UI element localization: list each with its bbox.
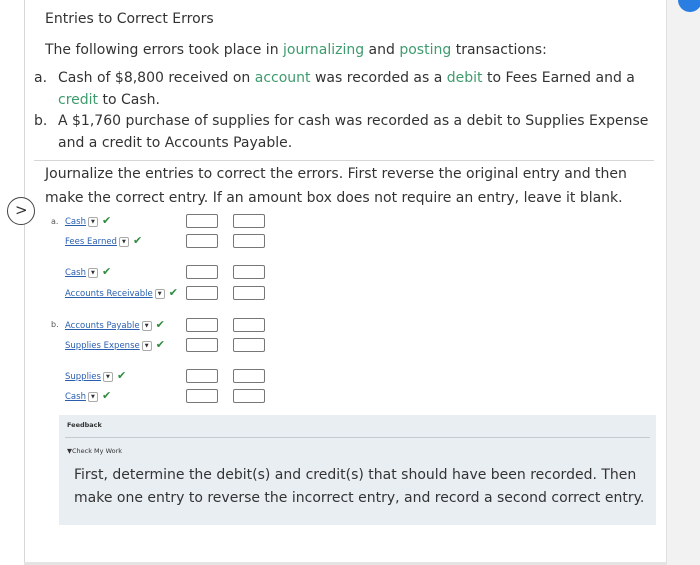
chevron-down-icon[interactable]: ▼ (87, 267, 98, 278)
feedback-text: First, determine the debit(s) and credit… (74, 467, 645, 506)
debit-input[interactable] (186, 286, 218, 300)
credit-input[interactable] (233, 389, 265, 403)
credit-input[interactable] (233, 338, 265, 352)
check-icon: ✔ (101, 265, 112, 278)
account-select[interactable]: Accounts Receivable (65, 289, 153, 299)
journal-row: Accounts Receivable ▼ ✔ (65, 286, 178, 302)
check-my-work-toggle[interactable]: ▼Check My Work (67, 447, 122, 455)
check-icon: ✔ (101, 389, 112, 402)
chevron-right-icon: > (15, 201, 28, 219)
chevron-down-icon[interactable]: ▼ (102, 371, 113, 382)
credit-input[interactable] (233, 265, 265, 279)
glossary-link-posting[interactable]: posting (399, 42, 451, 58)
debit-input[interactable] (186, 389, 218, 403)
account-select[interactable]: Accounts Payable (65, 321, 140, 331)
glossary-link-credit[interactable]: credit (58, 92, 98, 108)
account-select[interactable]: Cash (65, 392, 86, 402)
page-title: Entries to Correct Errors (45, 11, 214, 27)
error-item-b: b. A $1,760 purchase of supplies for cas… (34, 113, 649, 151)
debit-input[interactable] (186, 369, 218, 383)
account-select[interactable]: Cash (65, 217, 86, 227)
intro-text: The following errors took place in journ… (45, 42, 547, 58)
chevron-down-icon[interactable]: ▼ (141, 340, 152, 351)
chevron-down-icon[interactable]: ▼ (118, 236, 129, 247)
chevron-down-icon[interactable]: ▼ (87, 216, 98, 227)
right-panel-edge (666, 0, 700, 565)
journal-row: Cash ▼ ✔ (65, 265, 111, 281)
debit-input[interactable] (186, 214, 218, 228)
debit-input[interactable] (186, 338, 218, 352)
debit-input[interactable] (186, 265, 218, 279)
journal-row: Cash ▼ ✔ (65, 389, 111, 405)
account-select[interactable]: Supplies (65, 372, 101, 382)
debit-input[interactable] (186, 318, 218, 332)
chevron-down-icon[interactable]: ▼ (154, 288, 165, 299)
entry-label-b: b. (51, 320, 59, 329)
glossary-link-journalizing[interactable]: journalizing (283, 42, 364, 58)
credit-input[interactable] (233, 214, 265, 228)
chevron-down-icon[interactable]: ▼ (87, 391, 98, 402)
journal-row: Fees Earned ▼ ✔ (65, 234, 142, 250)
chevron-down-icon[interactable]: ▼ (141, 320, 152, 331)
content-left-border (24, 0, 25, 565)
instructions: Journalize the entries to correct the er… (45, 166, 627, 206)
divider (34, 160, 654, 161)
glossary-link-debit[interactable]: debit (447, 70, 483, 86)
expand-arrow-button[interactable]: > (7, 197, 35, 225)
credit-input[interactable] (233, 318, 265, 332)
credit-input[interactable] (233, 369, 265, 383)
debit-input[interactable] (186, 234, 218, 248)
check-icon: ✔ (155, 318, 165, 331)
account-select[interactable]: Supplies Expense (65, 341, 140, 351)
journal-row: Accounts Payable ▼ ✔ (65, 318, 165, 334)
account-select[interactable]: Fees Earned (65, 237, 117, 247)
entry-label-a: a. (51, 217, 59, 226)
credit-input[interactable] (233, 234, 265, 248)
feedback-panel: Feedback ▼Check My Work First, determine… (59, 415, 656, 525)
feedback-heading: Feedback (67, 421, 102, 429)
account-select[interactable]: Cash (65, 268, 86, 278)
feedback-divider (65, 437, 650, 438)
check-icon: ✔ (155, 338, 165, 351)
check-icon: ✔ (168, 286, 178, 299)
credit-input[interactable] (233, 286, 265, 300)
error-item-a: a. Cash of $8,800 received on account wa… (34, 70, 635, 108)
check-icon: ✔ (132, 234, 143, 247)
journal-row: Supplies Expense ▼ ✔ (65, 338, 165, 354)
check-icon: ✔ (101, 214, 112, 227)
journal-row: Cash ▼ ✔ (65, 214, 111, 230)
check-icon: ✔ (116, 369, 127, 382)
journal-row: Supplies ▼ ✔ (65, 369, 126, 385)
glossary-link-account[interactable]: account (255, 70, 311, 86)
